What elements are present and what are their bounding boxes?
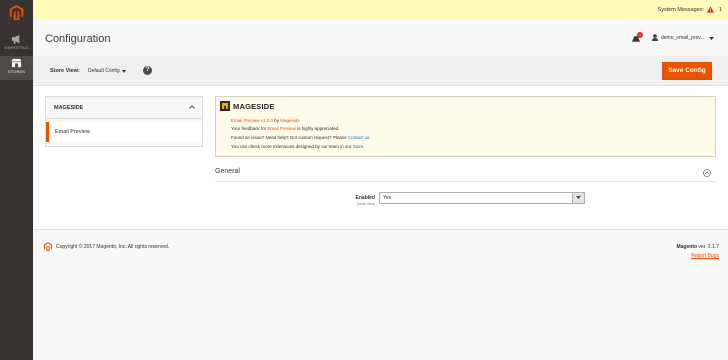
- info-text: Your feedback for: [231, 126, 268, 131]
- info-line-store: You can check more extensions designed b…: [231, 144, 365, 149]
- enabled-field-scope: [store view]: [357, 202, 375, 206]
- product-link[interactable]: Email Preview: [267, 126, 296, 131]
- sidebar-item-label: STORES: [8, 69, 25, 74]
- section-divider: [215, 181, 716, 182]
- version-number: ver. 2.1.7: [697, 244, 719, 250]
- user-account-name[interactable]: demo_email_prev...: [661, 35, 705, 41]
- copyright-text: Copyright © 2017 Magento, Inc. All right…: [56, 244, 170, 250]
- enabled-field-label: Enabled: [355, 195, 375, 201]
- tab-group-title: MAGESIDE: [54, 105, 84, 111]
- sidebar-item-marketing[interactable]: MARKETING: [0, 32, 33, 56]
- magento-footer-logo: [44, 242, 52, 251]
- footer-brand: Magento: [676, 244, 698, 250]
- info-line-feedback: Your feedback for Email Preview is highl…: [231, 126, 339, 131]
- enabled-select[interactable]: Yes: [379, 192, 585, 204]
- info-text: Found an issue? Need help? Got custom re…: [231, 135, 348, 140]
- tab-group-mageside[interactable]: MAGESIDE: [45, 96, 203, 118]
- page-title: Configuration: [45, 33, 111, 45]
- chevron-down-icon[interactable]: [709, 37, 714, 40]
- vendor-link[interactable]: Mageside: [280, 118, 300, 123]
- version-text: Magento ver. 2.1.7: [676, 244, 719, 250]
- info-line-support: Found an issue? Need help? Got custom re…: [231, 135, 371, 140]
- select-arrow-button[interactable]: [572, 193, 584, 203]
- info-text: You can check more extensions designed b…: [231, 144, 353, 149]
- info-text: .: [369, 135, 371, 140]
- mageside-logo-icon: [220, 101, 230, 111]
- sidebar-item-stores[interactable]: STORES: [0, 56, 33, 80]
- collapse-toggle-icon[interactable]: [703, 169, 711, 177]
- system-messages-count[interactable]: 1: [719, 7, 722, 13]
- system-messages-bar: System Messages: 1: [33, 0, 728, 20]
- store-icon: [11, 58, 22, 68]
- warning-icon[interactable]: [707, 6, 714, 13]
- extension-brand-title: MAGESIDE: [233, 102, 275, 111]
- chevron-down-icon: [576, 196, 581, 199]
- footer-divider: [33, 229, 728, 230]
- sidebar-item-label: MARKETING: [4, 45, 29, 50]
- tab-email-preview[interactable]: Email Preview: [46, 122, 202, 142]
- user-icon[interactable]: [652, 34, 658, 41]
- system-messages-label[interactable]: System Messages:: [658, 7, 704, 13]
- store-link[interactable]: Store: [353, 144, 364, 149]
- contact-us-link[interactable]: Contact us: [348, 135, 370, 140]
- tab-group-items: Email Preview: [45, 118, 203, 147]
- megaphone-icon: [11, 34, 20, 44]
- store-view-bar: Store View: Default Config ? Save Config: [33, 56, 728, 86]
- info-text: is highly appreciated.: [295, 126, 340, 131]
- help-icon[interactable]: ?: [143, 66, 152, 75]
- magento-logo[interactable]: [9, 5, 24, 20]
- info-text: .: [363, 144, 365, 149]
- tab-label: Email Preview: [55, 129, 90, 135]
- store-view-select[interactable]: Default Config: [88, 68, 120, 74]
- product-name: Email Preview v1.0.0: [231, 118, 274, 123]
- admin-sidebar: MARKETING STORES: [0, 0, 33, 360]
- store-view-label: Store View:: [50, 68, 80, 74]
- enabled-select-value: Yes: [383, 195, 392, 201]
- extension-info-box: MAGESIDE Email Preview v1.0.0 by Magesid…: [215, 96, 716, 157]
- chevron-down-icon[interactable]: [122, 70, 126, 73]
- notifications-badge[interactable]: 1: [637, 32, 643, 38]
- report-bugs-link[interactable]: Report Bugs: [691, 253, 719, 259]
- save-config-button[interactable]: Save Config: [662, 62, 712, 80]
- chevron-up-icon[interactable]: [189, 105, 195, 109]
- info-line-version: Email Preview v1.0.0 by Mageside: [231, 118, 300, 123]
- general-section-title[interactable]: General: [215, 168, 240, 175]
